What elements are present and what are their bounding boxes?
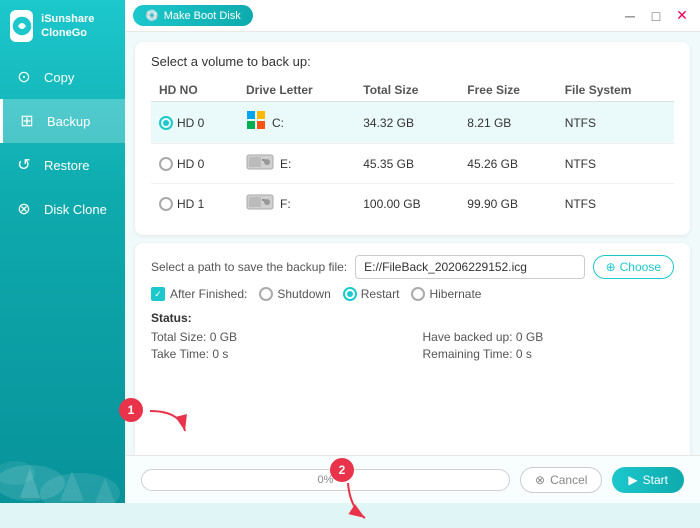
maximize-button[interactable]: □: [646, 6, 666, 26]
col-total-size: Total Size: [355, 79, 459, 102]
table-row[interactable]: HD 0 E:45.35 GB45.26 GBNTFS: [151, 144, 674, 184]
volume-panel: Select a volume to back up: HD NO Drive …: [135, 42, 690, 235]
sidebar-item-disk-clone-label: Disk Clone: [44, 202, 107, 217]
volume-radio-1[interactable]: HD 0: [159, 157, 230, 171]
volume-panel-title: Select a volume to back up:: [151, 54, 674, 69]
path-label: Select a path to save the backup file:: [151, 260, 347, 274]
windows-icon: [246, 110, 266, 135]
sidebar: iSunshare CloneGo ⊙ Copy ⊞ Backup ↺ Rest…: [0, 0, 125, 503]
hdd-icon: [246, 192, 274, 215]
hibernate-option[interactable]: Hibernate: [411, 287, 481, 301]
have-backed-status: Have backed up: 0 GB: [423, 330, 675, 344]
progress-bar-container: 0%: [141, 469, 510, 491]
play-icon: ▶: [628, 473, 637, 487]
sidebar-item-backup-label: Backup: [47, 114, 90, 129]
restore-icon: ↺: [14, 155, 34, 175]
footer: 0% ⊗ Cancel ▶ Start: [125, 455, 700, 503]
sidebar-item-restore-label: Restore: [44, 158, 90, 173]
app-container: iSunshare CloneGo ⊙ Copy ⊞ Backup ↺ Rest…: [0, 0, 700, 503]
start-button[interactable]: ▶ Start: [612, 467, 684, 493]
shutdown-radio[interactable]: [259, 287, 273, 301]
radio-dot: [159, 197, 173, 211]
hdd-icon: [246, 152, 274, 175]
after-finished-checkbox-label[interactable]: ✓ After Finished:: [151, 287, 247, 301]
col-drive-letter: Drive Letter: [238, 79, 355, 102]
remaining-time-status: Remaining Time: 0 s: [423, 347, 675, 361]
hibernate-radio[interactable]: [411, 287, 425, 301]
col-hd-no: HD NO: [151, 79, 238, 102]
close-button[interactable]: ✕: [672, 6, 692, 26]
take-time-status: Take Time: 0 s: [151, 347, 403, 361]
restart-option[interactable]: Restart: [343, 287, 400, 301]
radio-dot: [159, 116, 173, 130]
shutdown-option[interactable]: Shutdown: [259, 287, 330, 301]
sidebar-item-restore[interactable]: ↺ Restore: [0, 143, 125, 187]
col-free-size: Free Size: [459, 79, 556, 102]
disk-clone-icon: ⊗: [14, 199, 34, 219]
col-file-system: File System: [557, 79, 674, 102]
volume-table: HD NO Drive Letter Total Size Free Size …: [151, 79, 674, 223]
table-row[interactable]: HD 1 F:100.00 GB99.90 GBNTFS: [151, 184, 674, 224]
total-size-status: Total Size: 0 GB: [151, 330, 403, 344]
sidebar-item-copy[interactable]: ⊙ Copy: [0, 55, 125, 99]
sidebar-item-backup[interactable]: ⊞ Backup: [0, 99, 125, 143]
minimize-button[interactable]: ─: [620, 6, 640, 26]
after-finished-checkbox[interactable]: ✓: [151, 287, 165, 301]
disk-icon: 💿: [145, 9, 159, 22]
after-finished-row: ✓ After Finished: Shutdown Restart Hiber…: [151, 287, 674, 301]
title-bar: 💿 Make Boot Disk ─ □ ✕: [125, 0, 700, 32]
radio-dot: [159, 157, 173, 171]
status-section: Status: Total Size: 0 GB Have backed up:…: [151, 311, 674, 361]
annotation-2: 2: [330, 458, 354, 482]
main-content: Select a volume to back up: HD NO Drive …: [125, 32, 700, 503]
path-row: Select a path to save the backup file: ⊕…: [151, 255, 674, 279]
sidebar-nav: ⊙ Copy ⊞ Backup ↺ Restore ⊗ Disk Clone: [0, 55, 125, 231]
choose-button[interactable]: ⊕ Choose: [593, 255, 674, 279]
table-row[interactable]: HD 0 C:34.32 GB8.21 GBNTFS: [151, 102, 674, 144]
logo: iSunshare CloneGo: [0, 0, 125, 50]
sidebar-clouds: [0, 383, 125, 503]
status-grid: Total Size: 0 GB Have backed up: 0 GB Ta…: [151, 330, 674, 361]
sidebar-item-copy-label: Copy: [44, 70, 74, 85]
status-title: Status:: [151, 311, 674, 325]
backup-icon: ⊞: [17, 111, 37, 131]
logo-icon: [10, 10, 33, 42]
make-boot-disk-button[interactable]: 💿 Make Boot Disk: [133, 5, 253, 26]
logo-text: iSunshare CloneGo: [41, 12, 115, 41]
cancel-button[interactable]: ⊗ Cancel: [520, 467, 602, 493]
volume-radio-2[interactable]: HD 1: [159, 197, 230, 211]
plus-icon: ⊕: [606, 260, 616, 274]
path-input[interactable]: [355, 255, 584, 279]
sidebar-item-disk-clone[interactable]: ⊗ Disk Clone: [0, 187, 125, 231]
annotation-1: 1: [119, 398, 143, 422]
cancel-icon: ⊗: [535, 473, 545, 487]
restart-radio[interactable]: [343, 287, 357, 301]
volume-radio-0[interactable]: HD 0: [159, 116, 230, 130]
copy-icon: ⊙: [14, 67, 34, 87]
